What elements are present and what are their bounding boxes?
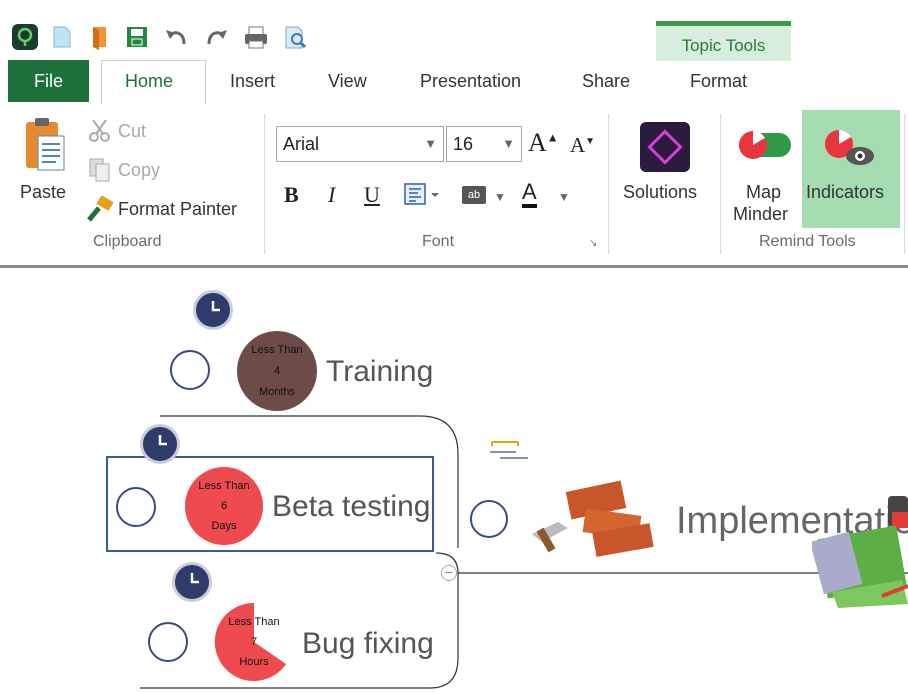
bug-indicator-text: Less Than 7 Hours <box>214 612 294 672</box>
training-indicator-text: Less Than 4 Months <box>236 340 318 403</box>
shrink-font-label: A <box>570 133 586 157</box>
font-size-value: 16 <box>453 134 474 154</box>
clock-icon <box>193 290 233 330</box>
align-button[interactable] <box>404 182 444 208</box>
copy-button[interactable]: Copy <box>118 160 160 181</box>
task-target-icon <box>170 350 210 390</box>
solutions-button[interactable]: Solutions <box>623 182 697 203</box>
font-family-value: Arial <box>283 134 320 154</box>
italic-button[interactable]: I <box>328 182 335 208</box>
map-minder-label-2[interactable]: Minder <box>733 204 788 225</box>
chevron-down-icon[interactable]: ▼ <box>558 190 570 204</box>
indicator-line: Days <box>211 520 237 532</box>
map-minder-icon[interactable] <box>738 130 792 160</box>
clock-icon <box>140 424 180 464</box>
indicators-label[interactable]: Indicators <box>806 182 884 203</box>
font-color-button[interactable]: A <box>522 180 537 208</box>
tab-share[interactable]: Share <box>582 71 630 92</box>
tab-insert[interactable]: Insert <box>230 71 275 92</box>
tab-file[interactable]: File <box>8 60 89 102</box>
divider <box>264 114 265 254</box>
indicator-line: Less Than <box>198 480 250 492</box>
dialog-launcher-icon[interactable]: ↘ <box>589 238 597 249</box>
topic-tools-label: Topic Tools <box>681 36 766 55</box>
shrink-font-button[interactable]: A▼ <box>570 133 595 158</box>
font-group-label: Font <box>422 233 455 250</box>
topic-beta-testing[interactable]: Beta testing <box>272 490 430 524</box>
indicator-line: Less Than <box>228 616 280 628</box>
undo-icon[interactable] <box>164 24 186 50</box>
remind-tools-group-label: Remind Tools <box>759 233 856 250</box>
font-family-select[interactable]: Arial ▼ <box>276 126 444 162</box>
bricks-icon <box>528 476 656 558</box>
chevron-down-icon: ▼ <box>424 136 437 151</box>
save-icon[interactable] <box>126 24 147 50</box>
text-highlight-button[interactable]: ab <box>462 186 486 204</box>
underline-button[interactable]: U <box>364 182 380 208</box>
new-file-icon[interactable] <box>52 24 72 50</box>
paste-button-icon[interactable] <box>20 116 68 176</box>
print-preview-icon[interactable] <box>284 24 308 50</box>
redo-icon[interactable] <box>204 24 227 50</box>
format-painter-button[interactable]: Format Painter <box>118 199 237 220</box>
tab-view[interactable]: View <box>328 71 367 92</box>
indicators-icon <box>822 128 878 168</box>
tab-presentation[interactable]: Presentation <box>420 71 521 92</box>
bold-button[interactable]: B <box>284 182 299 208</box>
topic-training[interactable]: Training <box>326 355 433 389</box>
tab-home[interactable]: Home <box>125 71 173 92</box>
indicator-line: Months <box>258 386 296 398</box>
divider <box>720 114 721 254</box>
scissors-icon <box>88 118 112 142</box>
open-file-icon[interactable] <box>90 24 110 50</box>
divider <box>904 114 905 254</box>
task-target-icon <box>116 487 156 527</box>
topic-bug-fixing[interactable]: Bug fixing <box>302 627 434 661</box>
indicator-line: Less Than <box>251 344 303 356</box>
grow-font-button[interactable]: A▲ <box>528 128 559 158</box>
print-icon[interactable] <box>244 24 268 50</box>
tab-format[interactable]: Format <box>690 71 747 92</box>
collapse-toggle[interactable]: − <box>441 565 457 581</box>
beta-indicator-text: Less Than 6 Days <box>184 476 264 536</box>
clipboard-group-label: Clipboard <box>93 233 162 250</box>
task-target-icon <box>470 500 508 538</box>
paste-button[interactable]: Paste <box>20 182 66 203</box>
chevron-down-icon: ▼ <box>502 136 515 151</box>
map-minder-label-1[interactable]: Map <box>746 182 781 203</box>
cut-button[interactable]: Cut <box>118 121 146 142</box>
task-target-icon <box>148 622 188 662</box>
app-logo-icon <box>12 24 38 50</box>
format-painter-icon <box>86 195 114 222</box>
divider <box>608 114 609 254</box>
font-size-select[interactable]: 16 ▼ <box>446 126 522 162</box>
indicator-line: Hours <box>239 656 269 668</box>
copy-icon <box>88 157 112 183</box>
grow-font-label: A <box>528 128 547 157</box>
indicator-line: 7 <box>250 636 258 648</box>
topic-layout-icon <box>488 436 528 466</box>
solutions-icon[interactable] <box>638 120 692 174</box>
indicator-line: 4 <box>273 365 281 377</box>
indicator-line: 6 <box>220 500 228 512</box>
clock-icon <box>172 562 212 602</box>
chevron-down-icon[interactable]: ▼ <box>494 190 506 204</box>
folder-icon <box>812 496 908 608</box>
